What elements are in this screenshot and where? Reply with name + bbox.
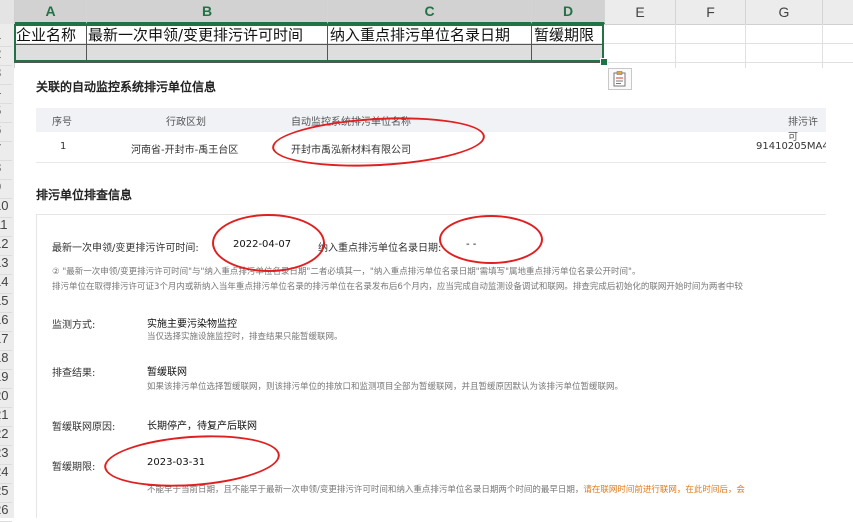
column-header-f[interactable]: F — [676, 0, 746, 24]
td-index: 1 — [60, 141, 67, 152]
paste-options-button[interactable] — [608, 68, 632, 90]
section-title-inspection: 排污单位排查信息 — [36, 188, 133, 202]
column-header-g[interactable]: G — [746, 0, 823, 24]
result-note: 如果该排污单位选择暂缓联网，则该排污单位的排放口和监测项目全部为暂缓联网，并且暂… — [147, 382, 624, 392]
td-permit: 91410205MA4 — [756, 141, 826, 152]
column-header-e[interactable]: E — [605, 0, 676, 24]
deadline-label: 暂缓期限: — [52, 462, 96, 473]
row-header-bar: 1 2 3 4 5 6 7 8 9 10 11 12 13 14 15 16 1… — [0, 24, 15, 522]
result-label: 排查结果: — [52, 368, 96, 379]
deadline-note: 不能早于当前日期，且不能早于最新一次申领/变更排污许可时间和纳入重点排污单位名录… — [147, 483, 745, 495]
th-region: 行政区划 — [166, 117, 206, 128]
section-title-monitoring: 关联的自动监控系统排污单位信息 — [36, 80, 217, 94]
divider — [36, 162, 826, 163]
column-header-b[interactable]: B — [87, 0, 328, 24]
row-header[interactable]: 26 — [0, 499, 12, 522]
select-all-corner[interactable] — [0, 0, 15, 24]
fill-handle[interactable] — [600, 58, 608, 66]
column-header-c[interactable]: C — [328, 0, 532, 24]
th-permit: 排污许可 — [788, 117, 818, 143]
column-header-d[interactable]: D — [532, 0, 605, 24]
pasted-screenshot-image[interactable]: 关联的自动监控系统排污单位信息 序号 行政区划 自动监控系统排污单位名称 排污许… — [14, 68, 826, 518]
annotation-oval-permit-time — [212, 214, 325, 272]
selection-range[interactable] — [14, 24, 604, 62]
reason-label: 暂缓联网原因: — [52, 422, 116, 433]
vertical-scroll-area — [826, 68, 853, 518]
clipboard-icon — [613, 71, 626, 87]
annotation-oval-list-date — [439, 215, 543, 264]
monitor-method-value: 实施主要污染物监控 — [147, 319, 237, 330]
deadline-note-text: 不能早于当前日期，且不能早于最新一次申领/变更排污许可时间和纳入重点排污单位名录… — [147, 485, 584, 495]
th-index: 序号 — [52, 117, 72, 128]
column-header-a[interactable]: A — [15, 0, 87, 24]
permit-time-label: 最新一次申领/变更排污许可时间: — [52, 243, 199, 254]
help-note-1: ② "最新一次申领/变更排污许可时间"与"纳入重点排污单位名录日期"二者必填其一… — [52, 267, 641, 277]
column-header-bar: A B C D E F G — [0, 0, 853, 25]
help-note-2: 排污单位在取得排污许可证3个月内或新纳入当年重点排污单位名录的排污单位在名录发布… — [52, 282, 743, 292]
monitor-method-note: 当仅选择实施设施监控时，排查结果只能暂缓联网。 — [147, 332, 343, 342]
result-value: 暂缓联网 — [147, 367, 187, 378]
list-date-label: 纳入重点排污单位名录日期: — [318, 243, 442, 254]
monitor-method-label: 监测方式: — [52, 320, 96, 331]
reason-value: 长期停产，待复产后联网 — [147, 421, 257, 432]
deadline-note-warning: 请在联网时间前进行联网，在此时间后，会 — [583, 485, 745, 495]
column-header-h[interactable] — [823, 0, 853, 24]
td-region: 河南省-开封市-禹王台区 — [131, 145, 239, 156]
